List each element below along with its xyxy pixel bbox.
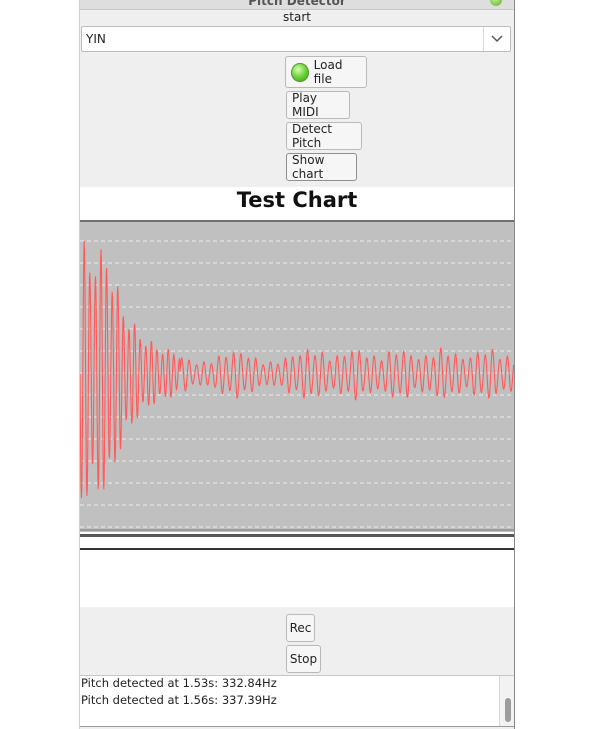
load-file-label: Load file bbox=[313, 58, 343, 86]
algorithm-select-value: YIN bbox=[86, 32, 106, 46]
pitch-log[interactable]: Pitch detected at 1.53s: 332.84Hz Pitch … bbox=[80, 675, 514, 727]
chevron-down-icon[interactable] bbox=[483, 27, 510, 51]
log-scrollbar-thumb[interactable] bbox=[505, 698, 511, 722]
stop-button[interactable]: Stop bbox=[286, 645, 321, 673]
log-scrollbar[interactable] bbox=[499, 676, 514, 726]
chart-footer-area bbox=[80, 532, 514, 607]
show-chart-button[interactable]: Show chart bbox=[286, 153, 357, 181]
waveform-chart bbox=[80, 220, 514, 532]
rec-label: Rec bbox=[289, 621, 312, 635]
detect-pitch-button[interactable]: Detect Pitch bbox=[286, 122, 362, 150]
start-label: start bbox=[283, 10, 311, 24]
app-window: Pitch Detector start YIN Load file Play … bbox=[79, 0, 515, 729]
divider bbox=[80, 534, 514, 537]
title-bar: Pitch Detector bbox=[80, 0, 514, 10]
detect-pitch-label: Detect Pitch bbox=[292, 122, 333, 150]
play-midi-button[interactable]: Play MIDI bbox=[286, 91, 350, 119]
divider bbox=[80, 548, 514, 550]
load-file-button[interactable]: Load file bbox=[285, 56, 367, 88]
play-midi-label: Play MIDI bbox=[292, 91, 319, 119]
stop-label: Stop bbox=[289, 652, 318, 666]
chart-title: Test Chart bbox=[236, 188, 358, 212]
window-title: Pitch Detector bbox=[248, 0, 346, 8]
chart-header: Test Chart bbox=[80, 187, 514, 220]
log-line: Pitch detected at 1.53s: 332.84Hz bbox=[81, 676, 277, 690]
algorithm-select[interactable]: YIN bbox=[81, 26, 511, 52]
rec-button[interactable]: Rec bbox=[286, 614, 315, 642]
show-chart-label: Show chart bbox=[292, 153, 325, 181]
status-led-icon bbox=[291, 62, 309, 82]
log-line: Pitch detected at 1.56s: 337.39Hz bbox=[81, 693, 277, 707]
plot-background bbox=[80, 220, 514, 532]
